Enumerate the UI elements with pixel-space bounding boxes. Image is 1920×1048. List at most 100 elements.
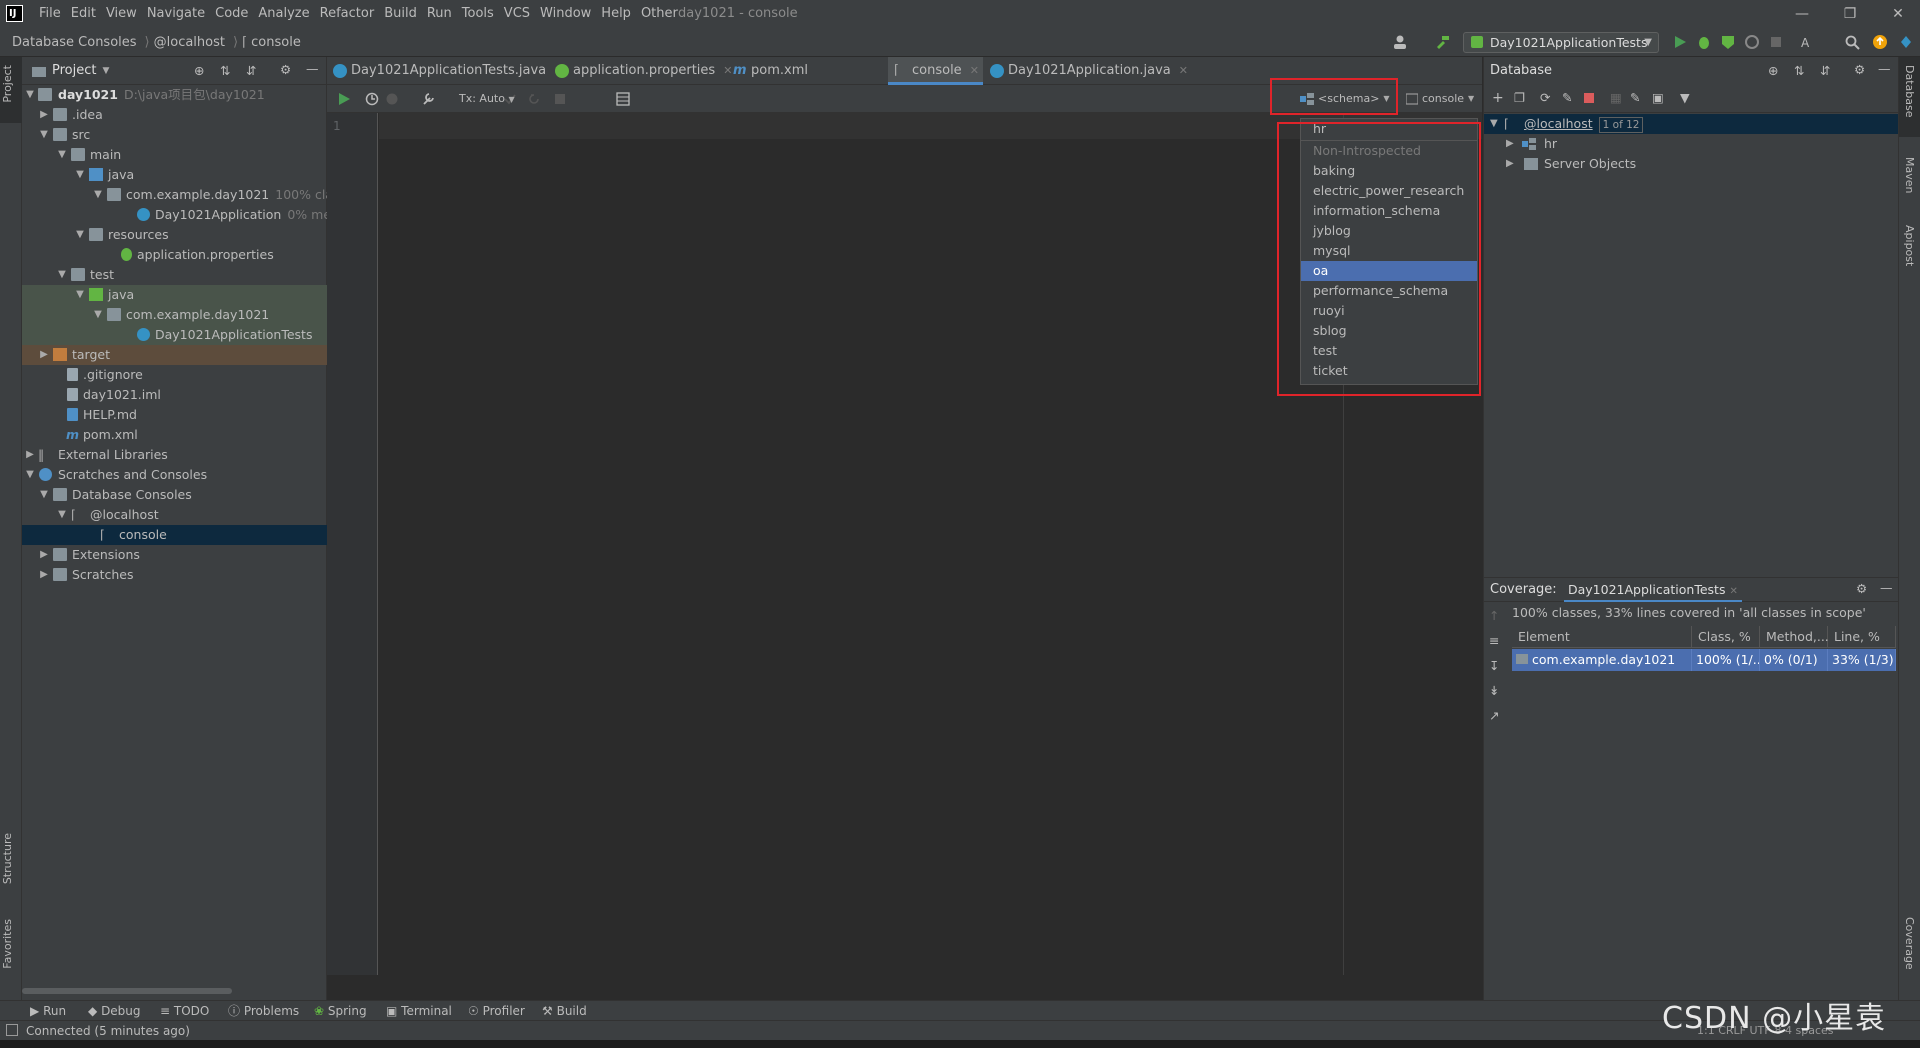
chevron-down-icon[interactable]: ▼	[74, 225, 86, 245]
menu-code[interactable]: Code	[210, 0, 253, 28]
column-header-method[interactable]: Method,...	[1760, 626, 1829, 648]
tree-item-external-libraries[interactable]: ▶ ‖ External Libraries	[22, 445, 327, 465]
project-view-selector[interactable]: Project ▼	[32, 57, 109, 85]
flatten-packages-icon[interactable]: ≡	[1489, 633, 1505, 648]
stop-icon[interactable]	[1768, 34, 1784, 50]
tree-item-target[interactable]: ▶ target	[22, 345, 327, 365]
stop-icon[interactable]	[1584, 93, 1594, 103]
gear-icon[interactable]: ⚙	[1854, 62, 1865, 77]
translate-icon[interactable]: A	[1800, 34, 1816, 50]
project-tool-tab[interactable]: Project	[1, 65, 14, 103]
copy-icon[interactable]: ❐	[1514, 90, 1525, 105]
tree-item-scratches[interactable]: ▶ Scratches	[22, 565, 327, 585]
navigate-up-icon[interactable]: ↑	[1489, 608, 1505, 623]
menu-edit[interactable]: Edit	[66, 0, 101, 28]
tree-item-test-package[interactable]: ▼ com.example.day1021	[22, 305, 327, 325]
collapse-all-icon[interactable]: ⇵	[1820, 63, 1830, 78]
tree-item-main[interactable]: ▼ main	[22, 145, 327, 165]
tab-application-java[interactable]: Day1021Application.java ✕	[984, 57, 1188, 85]
debug-tool-button[interactable]: ◆ Debug	[88, 1001, 141, 1021]
table-row[interactable]: com.example.day1021	[1512, 649, 1692, 671]
tree-item-extensions[interactable]: ▶ Extensions	[22, 545, 327, 565]
tree-item-test-class[interactable]: Day1021ApplicationTests	[22, 325, 327, 345]
filter-icon[interactable]: ▼	[1680, 90, 1690, 105]
tree-item-application-properties[interactable]: application.properties	[22, 245, 327, 265]
close-icon[interactable]: ✕	[970, 64, 979, 77]
coverage-tool-tab[interactable]: Coverage	[1903, 917, 1916, 970]
chevron-down-icon[interactable]: ▼	[38, 485, 50, 505]
tree-item-console[interactable]: ⌈ console	[22, 525, 327, 545]
terminal-tool-button[interactable]: ▣ Terminal	[386, 1001, 452, 1021]
menu-window[interactable]: Window	[535, 0, 596, 28]
chevron-down-icon[interactable]: ▼	[56, 145, 68, 165]
chevron-down-icon[interactable]: ▼	[38, 125, 50, 145]
chevron-down-icon[interactable]: ▼	[74, 165, 86, 185]
locate-icon[interactable]: ⊕	[1768, 63, 1778, 78]
menu-view[interactable]: View	[101, 0, 142, 28]
generate-report-icon[interactable]: ↧	[1489, 658, 1505, 673]
profiler-tool-button[interactable]: ☉ Profiler	[468, 1001, 525, 1021]
chevron-down-icon[interactable]: ▼	[56, 265, 68, 285]
properties-icon[interactable]: ✎	[1562, 90, 1572, 105]
tree-item-gitignore[interactable]: .gitignore	[22, 365, 327, 385]
expand-all-icon[interactable]: ⇅	[1794, 63, 1804, 78]
plugin-icon[interactable]	[1898, 34, 1914, 50]
tab-application-tests[interactable]: Day1021ApplicationTests.java✕	[327, 57, 563, 85]
tree-item-test[interactable]: ▼ test	[22, 265, 327, 285]
ddl-icon[interactable]: ▣	[1652, 90, 1664, 105]
chevron-down-icon[interactable]: ▼	[92, 185, 104, 205]
rollback-icon[interactable]	[527, 92, 541, 106]
menu-refactor[interactable]: Refactor	[315, 0, 380, 28]
execute-icon[interactable]	[337, 92, 351, 106]
run-icon[interactable]	[1672, 34, 1688, 50]
tab-console[interactable]: ⌈ console ✕	[888, 57, 983, 85]
tree-item-help-md[interactable]: HELP.md	[22, 405, 327, 425]
console-session-selector[interactable]: console ▼	[1406, 89, 1474, 109]
tree-item-scratches-consoles[interactable]: ▼ Scratches and Consoles	[22, 465, 327, 485]
spring-tool-button[interactable]: ❀ Spring	[314, 1001, 367, 1021]
chevron-right-icon[interactable]: ▶	[38, 345, 50, 365]
tree-item-java[interactable]: ▼ java	[22, 165, 327, 185]
tree-item-iml[interactable]: day1021.iml	[22, 385, 327, 405]
tree-item-application-class[interactable]: Day1021Application 0% meth	[22, 205, 344, 225]
tab-pom-xml[interactable]: m pom.xml (day1021)✕	[727, 57, 887, 106]
chevron-right-icon[interactable]: ▶	[1506, 154, 1514, 174]
restore-button[interactable]: ❐	[1840, 4, 1860, 24]
hide-panel-icon[interactable]: —	[1878, 61, 1891, 76]
debug-icon[interactable]	[1696, 34, 1712, 50]
menu-vcs[interactable]: VCS	[499, 0, 535, 28]
chevron-down-icon[interactable]: ▼	[1490, 114, 1498, 134]
tree-item-resources[interactable]: ▼ resources	[22, 225, 327, 245]
gear-icon[interactable]: ⚙	[1856, 581, 1867, 596]
tree-item-test-java[interactable]: ▼ java	[22, 285, 327, 305]
edit-icon[interactable]: ✎	[1630, 90, 1640, 105]
export-icon[interactable]: ↗	[1489, 708, 1505, 723]
close-window-button[interactable]: ✕	[1888, 4, 1908, 24]
menu-tools[interactable]: Tools	[457, 0, 499, 28]
tree-item-localhost[interactable]: ▼ ⌈ @localhost	[22, 505, 327, 525]
todo-tool-button[interactable]: ≡ TODO	[160, 1001, 209, 1021]
problems-tool-button[interactable]: ⓘ Problems	[228, 1001, 299, 1021]
chevron-right-icon[interactable]: ▶	[38, 545, 50, 565]
db-item-server-objects[interactable]: ▶ Server Objects	[1484, 154, 1899, 174]
horizontal-scrollbar[interactable]	[22, 988, 232, 994]
profiler-icon[interactable]	[1744, 34, 1760, 50]
database-tool-tab[interactable]: Database	[1903, 65, 1916, 118]
favorites-tool-tab[interactable]: Favorites	[1, 919, 14, 969]
chevron-right-icon[interactable]: ▶	[24, 445, 36, 465]
layout-toggle-icon[interactable]	[6, 1024, 18, 1036]
transaction-mode-selector[interactable]: Tx: Auto ▼	[459, 89, 515, 109]
tree-item-database-consoles[interactable]: ▼ Database Consoles	[22, 485, 327, 505]
update-icon[interactable]	[1872, 34, 1888, 50]
locate-icon[interactable]: ⊕	[194, 63, 204, 78]
structure-tool-tab[interactable]: Structure	[1, 833, 14, 884]
chevron-down-icon[interactable]: ▼	[56, 505, 68, 525]
close-icon[interactable]: ✕	[1729, 586, 1737, 597]
run-with-coverage-icon[interactable]	[1720, 34, 1736, 50]
hide-panel-icon[interactable]: —	[306, 61, 319, 76]
gear-icon[interactable]: ⚙	[280, 62, 291, 77]
chevron-down-icon[interactable]: ▼	[24, 465, 36, 485]
hide-panel-icon[interactable]: —	[1880, 580, 1893, 595]
db-item-localhost[interactable]: ▼ ⌈ @localhost 1 of 12	[1484, 114, 1899, 134]
menu-build[interactable]: Build	[379, 0, 422, 28]
